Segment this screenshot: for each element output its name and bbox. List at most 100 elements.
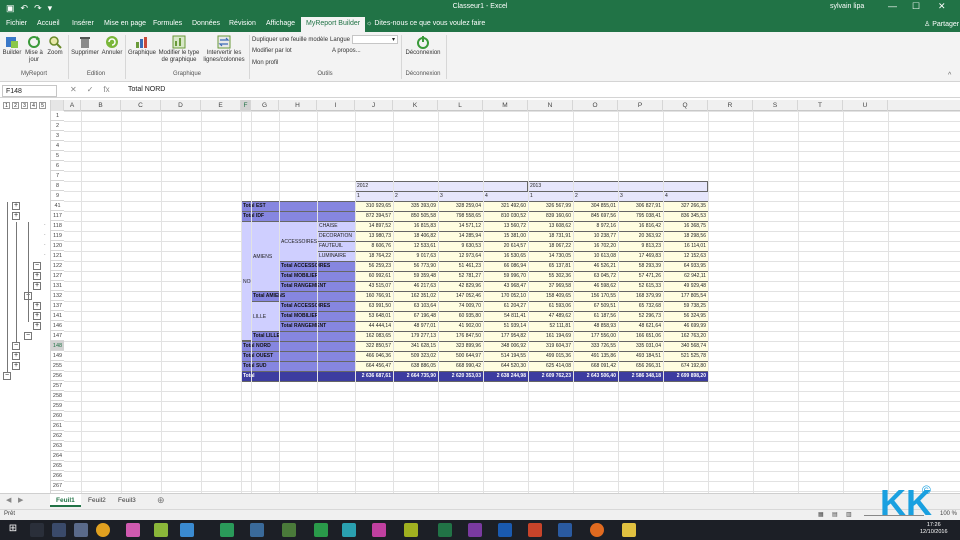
column-header-b[interactable]: B [81, 100, 121, 111]
row-header-7[interactable]: 7 [51, 171, 64, 181]
row-header-119[interactable]: 119 [51, 231, 64, 241]
column-header-i[interactable]: I [317, 100, 355, 111]
row-header-261[interactable]: 261 [51, 421, 64, 431]
app-icon[interactable] [282, 523, 296, 537]
column-header-l[interactable]: L [438, 100, 483, 111]
formula-input[interactable]: Total NORD [128, 86, 165, 93]
page-layout-icon[interactable]: ▤ [832, 511, 838, 518]
page-break-icon[interactable]: ▥ [846, 511, 852, 518]
app-icon[interactable] [220, 523, 234, 537]
row-header-41[interactable]: 41 [51, 201, 64, 211]
row-header-148[interactable]: 148 [51, 341, 64, 351]
cancel-button[interactable]: Annuler [101, 35, 123, 57]
chrome-icon[interactable] [96, 523, 110, 537]
column-header-g[interactable]: G [251, 100, 279, 111]
tab-inserer[interactable]: Insérer [72, 20, 94, 27]
maximize-button[interactable]: ☐ [912, 1, 920, 12]
name-box[interactable]: F148 [2, 85, 57, 97]
cell-area[interactable]: 201220131Chiffre d'affaires2Chiffre d'af… [64, 111, 960, 493]
column-header-u[interactable]: U [843, 100, 888, 111]
about-button[interactable]: A propos... [332, 48, 361, 54]
app-icon[interactable] [342, 523, 356, 537]
swap-rows-columns-button[interactable]: Intervertir les lignes/colonnes [202, 35, 246, 64]
row-header-257[interactable]: 257 [51, 381, 64, 391]
column-header-d[interactable]: D [161, 100, 201, 111]
outline-expand-button[interactable]: + [33, 302, 41, 310]
outline-level-1[interactable]: 1 [3, 102, 10, 109]
row-header-4[interactable]: 4 [51, 141, 64, 151]
column-header-e[interactable]: E [201, 100, 241, 111]
outline-collapse-button[interactable]: − [12, 342, 20, 350]
row-header-3[interactable]: 3 [51, 131, 64, 141]
column-header-m[interactable]: M [483, 100, 528, 111]
sheet-tab-feuil2[interactable]: Feuil2 [82, 494, 112, 507]
row-header-265[interactable]: 265 [51, 461, 64, 471]
onenote-icon[interactable] [468, 523, 482, 537]
column-header-c[interactable]: C [121, 100, 161, 111]
zoom-level[interactable]: 100 % [940, 511, 957, 517]
row-header-122[interactable]: 122 [51, 261, 64, 271]
powerpoint-icon[interactable] [528, 523, 542, 537]
sheet-tab-feuil3[interactable]: Feuil3 [112, 494, 142, 507]
outline-collapse-button[interactable]: − [3, 372, 11, 380]
prev-sheet-icon[interactable]: ◀ [6, 496, 11, 504]
row-header-267[interactable]: 267 [51, 481, 64, 491]
row-header-263[interactable]: 263 [51, 441, 64, 451]
tab-accueil[interactable]: Accueil [37, 20, 60, 27]
app-icon[interactable] [404, 523, 418, 537]
row-header-137[interactable]: 137 [51, 301, 64, 311]
tools-app-icon[interactable] [74, 523, 88, 537]
windows-start-icon[interactable]: ⊞ [6, 523, 20, 537]
language-dropdown[interactable]: ▾ [352, 35, 398, 44]
refresh-button[interactable]: Mise à jour [24, 35, 44, 64]
sheet-tab-feuil1[interactable]: Feuil1 [50, 494, 81, 507]
close-button[interactable]: ✕ [938, 1, 946, 12]
row-header-117[interactable]: 117 [51, 211, 64, 221]
excel-icon[interactable] [438, 523, 452, 537]
row-header-5[interactable]: 5 [51, 151, 64, 161]
tab-affichage[interactable]: Affichage [266, 20, 295, 27]
row-header-141[interactable]: 141 [51, 311, 64, 321]
tab-donnees[interactable]: Données [192, 20, 220, 27]
column-header-f[interactable]: F [241, 100, 251, 111]
column-header-r[interactable]: R [708, 100, 753, 111]
outline-expand-button[interactable]: + [33, 282, 41, 290]
row-header-259[interactable]: 259 [51, 401, 64, 411]
chart-button[interactable]: Graphique [127, 35, 157, 57]
outline-expand-button[interactable]: + [12, 352, 20, 360]
column-header-p[interactable]: P [618, 100, 663, 111]
outline-expand-button[interactable]: + [12, 212, 20, 220]
row-header-2[interactable]: 2 [51, 121, 64, 131]
collapse-ribbon-icon[interactable]: ^ [948, 72, 951, 79]
column-header-o[interactable]: O [573, 100, 618, 111]
row-header-262[interactable]: 262 [51, 431, 64, 441]
insert-function-icon[interactable]: fx [103, 85, 109, 94]
tab-fichier[interactable]: Fichier [6, 20, 27, 27]
outline-expand-button[interactable]: + [33, 322, 41, 330]
edit-batch-button[interactable]: Modifier par lot [252, 48, 292, 54]
row-header-131[interactable]: 131 [51, 281, 64, 291]
outline-collapse-button[interactable]: − [33, 262, 41, 270]
row-header-6[interactable]: 6 [51, 161, 64, 171]
app-icon[interactable] [180, 523, 194, 537]
outline-expand-button[interactable]: + [33, 272, 41, 280]
outline-expand-button[interactable]: + [33, 312, 41, 320]
outline-collapse-button[interactable]: − [24, 332, 32, 340]
row-header-147[interactable]: 147 [51, 331, 64, 341]
outline-expand-button[interactable]: + [12, 362, 20, 370]
column-header-k[interactable]: K [393, 100, 438, 111]
outlook-icon[interactable] [498, 523, 512, 537]
search-icon[interactable] [30, 523, 44, 537]
normal-view-icon[interactable]: ▦ [818, 511, 824, 518]
row-header-149[interactable]: 149 [51, 351, 64, 361]
app-icon[interactable] [154, 523, 168, 537]
row-header-127[interactable]: 127 [51, 271, 64, 281]
outline-expand-button[interactable]: + [12, 202, 20, 210]
task-view-icon[interactable] [52, 523, 66, 537]
zoom-button[interactable]: Zoom [46, 35, 64, 57]
delete-button[interactable]: Supprimer [70, 35, 100, 57]
row-header-258[interactable]: 258 [51, 391, 64, 401]
column-header-q[interactable]: Q [663, 100, 708, 111]
duplicate-sheet-button[interactable]: Dupliquer une feuille modèle [252, 37, 328, 43]
row-header-121[interactable]: 121 [51, 251, 64, 261]
